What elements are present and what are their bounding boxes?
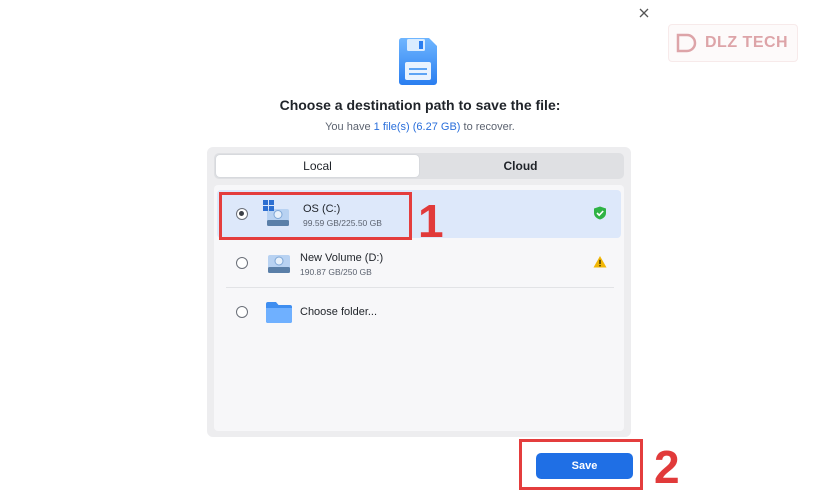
- destination-size: 190.87 GB/250 GB: [300, 267, 372, 277]
- annotation-step-1: 1: [418, 195, 444, 247]
- destination-name: New Volume (D:): [300, 252, 384, 264]
- destination-name: Choose folder...: [300, 306, 378, 318]
- file-size: (6.27 GB): [412, 121, 461, 133]
- close-button[interactable]: [634, 3, 654, 23]
- watermark-d-icon: [676, 33, 697, 53]
- annotation-step-2: 2: [654, 441, 680, 493]
- radio-choose-folder[interactable]: [236, 306, 248, 318]
- summary-suffix: to recover.: [460, 121, 515, 133]
- save-button[interactable]: Save: [536, 453, 633, 479]
- recover-summary: You have 1 file(s) (6.27 GB) to recover.: [0, 121, 840, 133]
- watermark-logo: DLZ TECH: [668, 24, 798, 62]
- destination-panel: Local Cloud OS (C:) 99.59 GB/225.50 GB N…: [207, 147, 631, 437]
- tab-cloud[interactable]: Cloud: [419, 155, 622, 177]
- tab-local[interactable]: Local: [216, 155, 419, 177]
- watermark-text: DLZ TECH: [705, 34, 789, 51]
- annotation-box-1: [219, 192, 412, 240]
- summary-prefix: You have: [325, 121, 374, 133]
- folder-icon: [266, 302, 292, 323]
- destination-item-choose-folder[interactable]: Choose folder...: [214, 288, 624, 336]
- close-icon: [639, 8, 649, 18]
- drive-icon: [268, 255, 290, 273]
- warning-icon: [593, 256, 607, 268]
- file-count: 1 file(s): [373, 121, 410, 133]
- page-title: Choose a destination path to save the fi…: [279, 97, 561, 113]
- shield-check-icon: [594, 206, 606, 220]
- floppy-disk-icon: [398, 38, 437, 85]
- tab-bar: Local Cloud: [214, 153, 624, 179]
- radio-new-volume-d[interactable]: [236, 257, 248, 269]
